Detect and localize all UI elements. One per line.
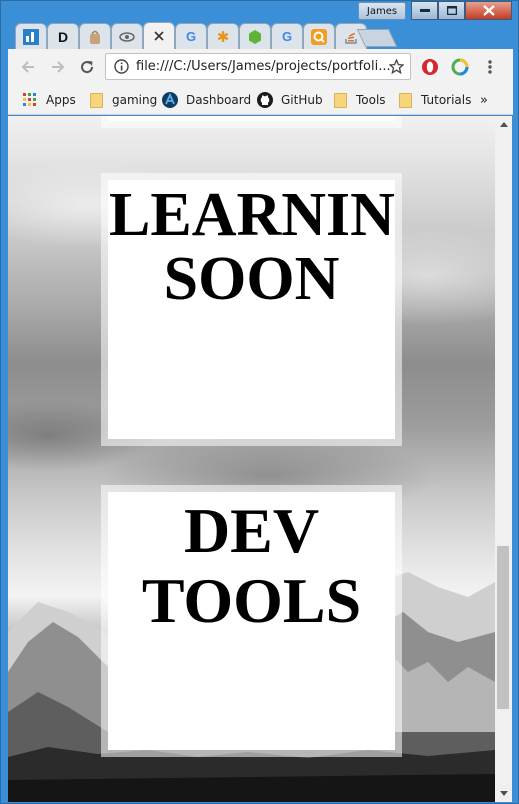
tab-dashboard-app[interactable] <box>15 23 47 49</box>
back-arrow-icon <box>21 61 34 73</box>
close-window-button[interactable] <box>465 1 512 20</box>
project-card-learning[interactable]: LEARNIN SOON <box>101 173 402 446</box>
card-title-line1: DEV <box>183 495 320 566</box>
bookmark-label: Apps <box>46 93 76 107</box>
project-card-dev-tools[interactable]: DEV TOOLS <box>101 485 402 757</box>
opera-icon <box>422 59 438 75</box>
maximize-button[interactable] <box>438 1 465 20</box>
maximize-icon <box>446 6 457 15</box>
dashboard-logo-icon <box>162 92 178 108</box>
green-hexagon-icon <box>249 29 261 44</box>
card-title-line2: SOON <box>163 245 340 313</box>
folder-icon <box>397 92 413 108</box>
bookmark-label: gaming <box>112 93 158 107</box>
asterisk-icon: ✱ <box>216 27 230 46</box>
eye-icon <box>119 31 135 42</box>
card-title-line2: TOOLS <box>141 565 362 636</box>
reload-icon <box>81 61 94 74</box>
bookmark-dashboard[interactable]: Dashboard <box>162 91 251 109</box>
project-card-partial <box>101 116 402 128</box>
tab-close-icon[interactable] <box>154 31 164 41</box>
bookmark-tutorials[interactable]: Tutorials <box>397 91 471 109</box>
bookmark-label: Tutorials <box>421 93 472 107</box>
minimize-button[interactable] <box>411 1 438 20</box>
reload-button[interactable] <box>75 55 99 79</box>
forward-button[interactable] <box>46 55 70 79</box>
circular-gauge-icon <box>451 58 469 76</box>
vertical-scrollbar[interactable] <box>495 116 512 802</box>
card-title-line1: LEARNIN <box>109 181 395 249</box>
bookmarks-bar: Apps gaming Dashboard GitHub Tools Tutor… <box>8 85 513 115</box>
profile-button[interactable]: James <box>358 2 406 20</box>
page-viewport: LEARNIN SOON DEV TOOLS <box>8 116 495 802</box>
bookmark-github[interactable]: GitHub <box>257 91 323 109</box>
kebab-menu-icon <box>488 60 492 74</box>
bookmark-label: Dashboard <box>186 93 252 107</box>
folder-icon <box>332 92 348 108</box>
forward-arrow-icon <box>52 61 65 73</box>
apps-grid-icon <box>22 92 38 108</box>
minimize-icon <box>419 8 430 12</box>
tab-strip: D G ✱ G <box>15 21 515 49</box>
browser-toolbar: file:///C:/Users/James/projects/portfoli… <box>8 49 513 85</box>
github-icon <box>257 92 273 108</box>
bookmark-label: GitHub <box>281 93 323 107</box>
card-body <box>108 116 395 121</box>
bookmark-star-icon[interactable] <box>389 59 404 74</box>
address-bar[interactable]: file:///C:/Users/James/projects/portfoli… <box>105 53 411 80</box>
tab-d-app[interactable]: D <box>47 23 79 49</box>
card-body: DEV TOOLS <box>108 492 395 750</box>
card-body: LEARNIN SOON <box>108 180 395 439</box>
tab-bag[interactable] <box>79 23 111 49</box>
opera-extension-button[interactable] <box>418 55 442 79</box>
menu-button[interactable] <box>478 55 502 79</box>
colorful-extension-button[interactable] <box>448 55 472 79</box>
bookmark-apps[interactable]: Apps <box>22 91 76 109</box>
tab-google-1[interactable]: G <box>175 23 207 49</box>
scroll-up-arrow-icon <box>499 122 508 127</box>
stack-icon <box>345 32 357 44</box>
scroll-up-button[interactable] <box>495 116 512 133</box>
tab-search-q[interactable] <box>303 23 335 49</box>
folder-icon <box>88 92 104 108</box>
browser-window: James D G ✱ G file:///C:/Users/James/pro… <box>0 0 519 804</box>
tab-asterisk[interactable]: ✱ <box>207 23 239 49</box>
bag-icon <box>90 30 100 44</box>
bookmarks-overflow-button[interactable]: » <box>480 91 488 109</box>
bar-chart-icon <box>23 28 39 45</box>
scroll-down-button[interactable] <box>495 785 512 802</box>
google-icon: G <box>185 29 197 44</box>
google-icon: G <box>281 29 293 44</box>
url-text[interactable]: file:///C:/Users/James/projects/portfoli… <box>136 59 391 74</box>
window-controls <box>411 1 512 21</box>
tab-active[interactable] <box>143 22 175 49</box>
back-button[interactable] <box>16 55 40 79</box>
bookmark-gaming[interactable]: gaming <box>88 91 157 109</box>
tab-eye[interactable] <box>111 23 143 49</box>
info-icon[interactable] <box>114 59 129 74</box>
scrollbar-thumb[interactable] <box>497 546 509 709</box>
tab-green-hex[interactable] <box>239 23 271 49</box>
q-search-icon <box>311 28 327 45</box>
bookmark-label: Tools <box>356 93 386 107</box>
tab-google-2[interactable]: G <box>271 23 303 49</box>
d-letter-icon: D <box>57 28 69 45</box>
bookmark-tools[interactable]: Tools <box>332 91 386 109</box>
scroll-down-arrow-icon <box>499 791 508 796</box>
close-icon <box>482 5 495 16</box>
